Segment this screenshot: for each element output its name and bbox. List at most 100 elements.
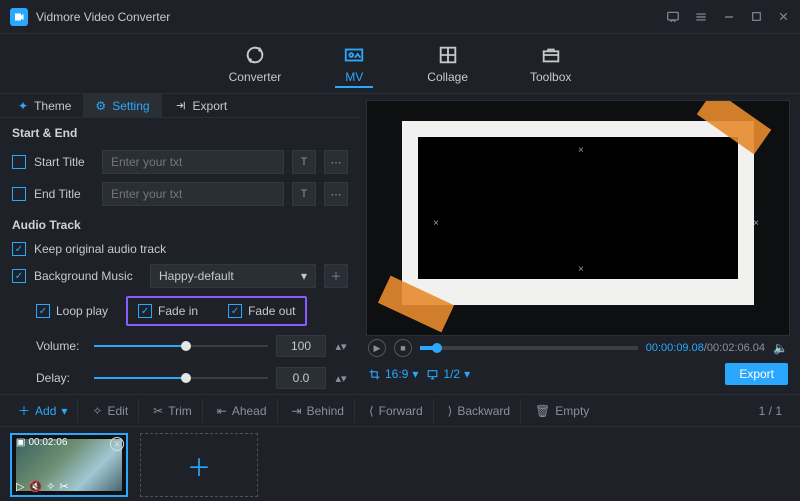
handle-icon[interactable]: × [433,218,439,229]
nav-converter[interactable]: Converter [221,40,290,88]
nav-mv[interactable]: MV [335,40,373,88]
fade-in-label: Fade in [158,304,198,318]
tab-setting-label: Setting [112,99,149,113]
bg-music-label: Background Music [34,269,142,283]
tab-export[interactable]: Export [162,94,240,117]
clip-item[interactable]: ▣00:02:06 ✕ ▷ 🔇 ✧ ✂ [10,433,128,497]
volume-icon[interactable]: 🔈 [773,341,788,355]
fade-group: ✓ Fade in ✓ Fade out [126,296,307,326]
keep-original-label: Keep original audio track [34,242,166,256]
mv-icon [343,44,365,66]
preview-canvas[interactable]: × × × × [366,100,790,336]
volume-label: Volume: [36,339,86,353]
behind-button[interactable]: ⇥ Behind [282,399,355,423]
empty-button[interactable]: 🗑 Empty [525,399,599,423]
start-end-heading: Start & End [0,118,360,146]
fade-out-checkbox[interactable]: ✓ [228,304,242,318]
edit-label: Edit [107,404,128,418]
end-title-font-button[interactable]: T [292,182,316,206]
behind-label: Behind [307,404,344,418]
export-icon [174,99,187,112]
delay-value[interactable]: 0.0 [276,367,326,389]
chevron-down-icon: ▾ [464,367,470,381]
clip-remove-button[interactable]: ✕ [110,437,124,451]
trim-button[interactable]: ✂Trim [143,399,203,423]
volume-stepper[interactable]: ▴▾ [334,334,348,358]
delay-slider[interactable] [94,371,268,385]
close-icon[interactable] [777,10,790,24]
app-title: Vidmore Video Converter [36,10,170,24]
monitor-icon [426,368,439,381]
scissors-icon: ✂ [153,404,163,418]
chevron-down-icon: ▾ [412,367,418,381]
keep-original-checkbox[interactable]: ✓ [12,242,26,256]
play-icon[interactable]: ▷ [16,480,24,493]
nav-toolbox-label: Toolbox [530,70,571,84]
page-counter: 1 / 1 [759,404,792,418]
end-title-more-button[interactable]: ⋯ [324,182,348,206]
playback-progress[interactable] [420,346,638,350]
forward-button[interactable]: ⟨ Forward [359,399,434,423]
end-title-input[interactable] [102,182,284,206]
aspect-select[interactable]: 16:9 ▾ [368,367,418,381]
start-title-font-button[interactable]: T [292,150,316,174]
fade-out-label: Fade out [248,304,295,318]
volume-slider[interactable] [94,339,268,353]
export-button[interactable]: Export [725,363,788,385]
nav-collage[interactable]: Collage [419,40,476,88]
tab-theme[interactable]: ✦ Theme [6,94,83,117]
collage-icon [437,44,459,66]
handle-icon[interactable]: × [578,145,584,156]
scale-value: 1/2 [443,367,460,381]
backward-label: Backward [457,404,510,418]
loop-checkbox[interactable]: ✓ [36,304,50,318]
ahead-label: Ahead [232,404,267,418]
menu-icon[interactable] [694,10,708,24]
bg-music-checkbox[interactable]: ✓ [12,269,26,283]
maximize-icon[interactable] [750,10,763,24]
tab-setting[interactable]: ⚙ Setting [83,94,161,117]
start-title-more-button[interactable]: ⋯ [324,150,348,174]
arrow-right-icon: ⟩ [448,404,453,418]
plus-icon: ＋ [18,402,30,419]
scale-select[interactable]: 1/2 ▾ [426,367,470,381]
bg-music-add-button[interactable]: ＋ [324,264,348,288]
mute-icon[interactable]: 🔇 [28,480,42,493]
film-icon: ▣ [16,437,25,448]
empty-label: Empty [555,404,589,418]
edit-button[interactable]: ✧Edit [82,399,139,423]
trash-icon: 🗑 [535,404,550,418]
gear-icon: ⚙ [95,99,106,113]
bg-music-value: Happy-default [159,269,234,283]
arrow-left-icon: ⟨ [369,404,374,418]
fade-in-checkbox[interactable]: ✓ [138,304,152,318]
wand-icon[interactable]: ✧ [46,480,55,493]
chevron-down-icon: ▾ [61,404,67,418]
play-button[interactable]: ▶ [368,339,386,357]
end-title-checkbox[interactable]: ✓ [12,187,26,201]
converter-icon [244,44,266,66]
start-title-input[interactable] [102,150,284,174]
toolbox-icon [540,44,562,66]
aspect-value: 16:9 [385,367,408,381]
minimize-icon[interactable] [722,10,736,24]
scissors-icon[interactable]: ✂ [59,480,68,493]
backward-button[interactable]: ⟩ Backward [438,399,521,423]
start-title-checkbox[interactable]: ✓ [12,155,26,169]
tab-export-label: Export [193,99,228,113]
crop-icon [368,368,381,381]
volume-value[interactable]: 100 [276,335,326,357]
stop-button[interactable]: ■ [394,339,412,357]
add-clip-button[interactable]: ＋ [140,433,258,497]
forward-label: Forward [379,404,423,418]
bg-music-select[interactable]: Happy-default ▾ [150,264,316,288]
delay-stepper[interactable]: ▴▾ [334,366,348,390]
nav-converter-label: Converter [229,70,282,84]
add-button[interactable]: ＋Add▾ [8,399,78,423]
ahead-button[interactable]: ⇤Ahead [207,399,278,423]
handle-icon[interactable]: × [753,218,759,229]
handle-icon[interactable]: × [578,264,584,275]
skip-forward-icon: ⇥ [292,404,302,418]
nav-toolbox[interactable]: Toolbox [522,40,579,88]
feedback-icon[interactable] [666,10,680,24]
